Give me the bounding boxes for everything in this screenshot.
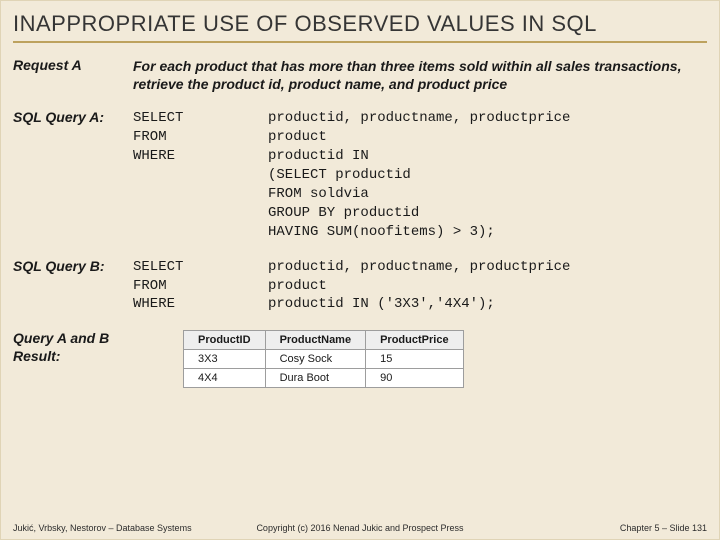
cell: 4X4: [184, 369, 266, 388]
val: GROUP BY productid: [268, 204, 419, 223]
val: (SELECT productid: [268, 166, 411, 185]
val: productid, productname, productprice: [268, 109, 570, 128]
kw-where: WHERE: [133, 295, 268, 314]
val: productid, productname, productprice: [268, 258, 570, 277]
val: product: [268, 277, 327, 296]
col-header: ProductName: [265, 331, 366, 350]
footer-authors: Jukić, Vrbsky, Nestorov – Database Syste…: [13, 523, 244, 533]
request-row: Request A For each product that has more…: [13, 57, 707, 93]
cell: 3X3: [184, 350, 266, 369]
query-a-label: SQL Query A:: [13, 109, 133, 127]
footer-copyright: Copyright (c) 2016 Nenad Jukic and Prosp…: [244, 523, 475, 533]
query-a-sql: SELECTproductid, productname, productpri…: [133, 109, 707, 241]
table-row: 3X3 Cosy Sock 15: [184, 350, 464, 369]
col-header: ProductPrice: [366, 331, 463, 350]
col-header: ProductID: [184, 331, 266, 350]
val: FROM soldvia: [268, 185, 369, 204]
footer: Jukić, Vrbsky, Nestorov – Database Syste…: [13, 523, 707, 533]
kw-from: FROM: [133, 277, 268, 296]
result-table: ProductID ProductName ProductPrice 3X3 C…: [183, 330, 464, 388]
kw-where: WHERE: [133, 147, 268, 166]
page-title: INAPPROPRIATE USE OF OBSERVED VALUES IN …: [13, 11, 707, 43]
cell: 90: [366, 369, 463, 388]
result-label: Query A and B Result:: [13, 330, 133, 365]
result-row: Query A and B Result: ProductID ProductN…: [13, 330, 707, 388]
val: productid IN: [268, 147, 369, 166]
query-b-row: SQL Query B: SELECTproductid, productnam…: [13, 258, 707, 315]
cell: 15: [366, 350, 463, 369]
val: HAVING SUM(noofitems) > 3);: [268, 223, 495, 242]
val: product: [268, 128, 327, 147]
val: productid IN ('3X3','4X4');: [268, 295, 495, 314]
request-label: Request A: [13, 57, 133, 75]
cell: Dura Boot: [265, 369, 366, 388]
footer-slide-num: Chapter 5 – Slide 131: [476, 523, 707, 533]
request-text: For each product that has more than thre…: [133, 57, 707, 93]
query-a-row: SQL Query A: SELECTproductid, productnam…: [13, 109, 707, 241]
table-row: 4X4 Dura Boot 90: [184, 369, 464, 388]
query-b-sql: SELECTproductid, productname, productpri…: [133, 258, 707, 315]
cell: Cosy Sock: [265, 350, 366, 369]
kw-select: SELECT: [133, 109, 268, 128]
query-b-label: SQL Query B:: [13, 258, 133, 276]
kw-from: FROM: [133, 128, 268, 147]
kw-select: SELECT: [133, 258, 268, 277]
